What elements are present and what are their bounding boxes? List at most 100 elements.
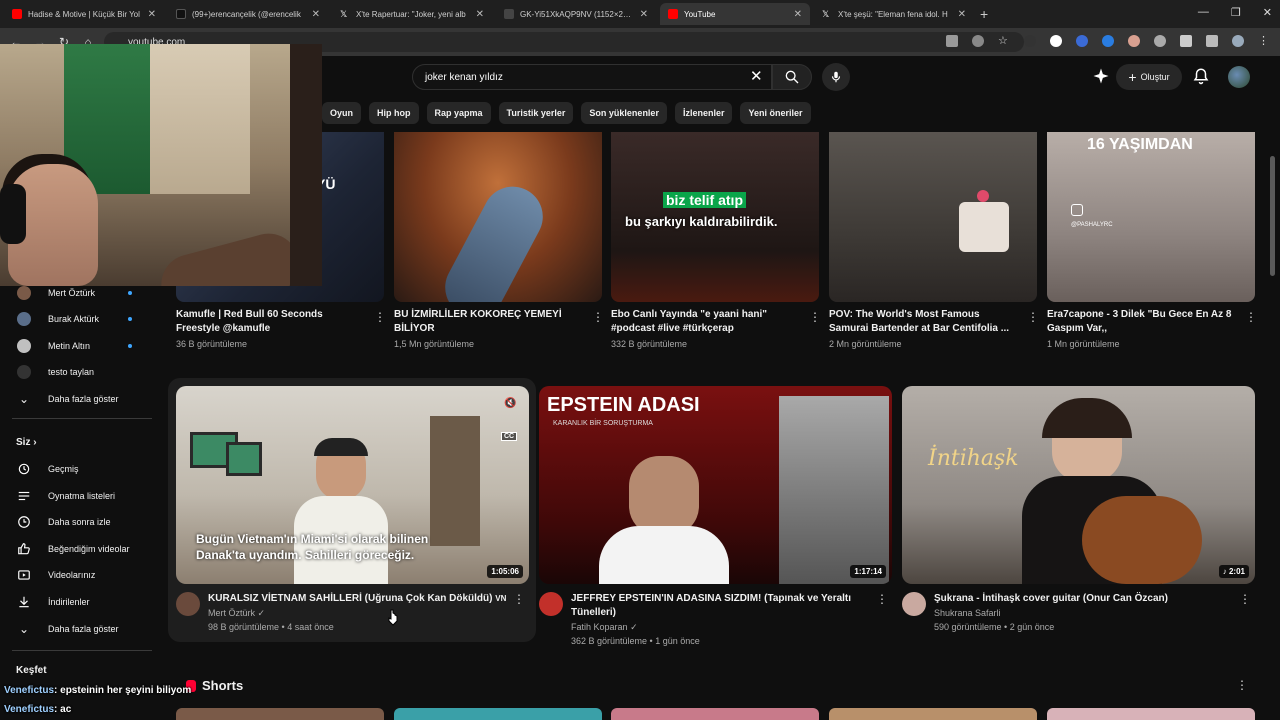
sidebar-item-watch-later[interactable]: Daha sonra izle bbox=[0, 509, 160, 535]
channel-name[interactable]: Shukrana Safarli bbox=[934, 608, 1001, 618]
extension-icon[interactable] bbox=[1154, 35, 1166, 47]
extension-icon[interactable] bbox=[1102, 35, 1114, 47]
video-title[interactable]: BU İZMİRLİLER KOKOREÇ YEMEYİ BİLİYOR bbox=[394, 308, 580, 336]
video-title[interactable]: POV: The World's Most Famous Samurai Bar… bbox=[829, 308, 1015, 336]
watch-later-icon bbox=[18, 516, 30, 528]
close-window-icon[interactable]: ✕ bbox=[1263, 6, 1272, 19]
scrollbar-thumb[interactable] bbox=[1270, 156, 1275, 276]
sidebar-label: Geçmiş bbox=[48, 464, 79, 474]
short-thumbnail[interactable] bbox=[611, 708, 819, 720]
account-avatar[interactable] bbox=[1228, 66, 1250, 88]
chip[interactable]: Oyun bbox=[322, 102, 362, 124]
bell-icon[interactable] bbox=[1192, 67, 1210, 85]
search-input[interactable]: joker kenan yıldız bbox=[412, 64, 772, 90]
more-actions-icon[interactable]: ⋮ bbox=[1245, 311, 1257, 323]
sidebar-subscription[interactable]: testo taylan bbox=[0, 359, 160, 385]
browser-tab[interactable]: 𝕏 X'te şeşü: "Eleman fena idol. H ✕ bbox=[814, 3, 974, 25]
instagram-icon bbox=[1071, 204, 1083, 216]
subscriptions-show-more[interactable]: ⌄ Daha fazla göster bbox=[0, 386, 160, 412]
video-thumbnail[interactable]: biz telif atıp bu şarkıyı kaldırabilirdi… bbox=[611, 132, 819, 302]
video-title[interactable]: Şukrana - İntihaşk cover guitar (Onur Ca… bbox=[934, 592, 1234, 606]
video-title[interactable]: Era7capone - 3 Dilek "Bu Gece En Az 8 Ga… bbox=[1047, 308, 1233, 336]
more-actions-icon[interactable]: ⋮ bbox=[513, 593, 525, 605]
video-thumbnail[interactable]: EPSTEIN ADASI KARANLIK BİR SORUŞTURMA 1:… bbox=[539, 386, 892, 584]
channel-avatar[interactable] bbox=[902, 592, 926, 616]
close-icon[interactable]: ✕ bbox=[640, 9, 648, 20]
browser-tab[interactable]: Hadise & Motive | Küçük Bir Yol ✕ bbox=[4, 3, 164, 25]
new-content-dot bbox=[128, 317, 132, 321]
webcam-overlay bbox=[0, 44, 322, 286]
sidebar-item-history[interactable]: Geçmiş bbox=[0, 456, 160, 482]
closed-captions-badge: CC bbox=[501, 432, 518, 441]
browser-tab[interactable]: 𝕏 X'te Rapertuar: "Joker, yeni alb ✕ bbox=[332, 3, 492, 25]
new-tab-icon[interactable]: + bbox=[980, 6, 988, 22]
chip[interactable]: Hip hop bbox=[369, 102, 419, 124]
chip[interactable]: Turistik yerler bbox=[498, 102, 574, 124]
browser-tab-active[interactable]: YouTube ✕ bbox=[660, 3, 810, 25]
more-actions-icon[interactable]: ⋮ bbox=[876, 593, 888, 605]
close-icon[interactable]: ✕ bbox=[312, 9, 320, 20]
profile-icon[interactable] bbox=[1232, 35, 1244, 47]
create-button[interactable]: + Oluştur bbox=[1116, 64, 1182, 90]
video-title[interactable]: KURALSIZ VİETNAM SAHİLLERİ (Uğruna Çok K… bbox=[208, 592, 508, 606]
chip[interactable]: İzlenenler bbox=[674, 102, 733, 124]
short-thumbnail[interactable] bbox=[829, 708, 1037, 720]
extension-icon[interactable] bbox=[1050, 35, 1062, 47]
video-title[interactable]: Ebo Canlı Yayında "e yaani hani" #podcas… bbox=[611, 308, 797, 336]
close-icon[interactable]: ✕ bbox=[794, 9, 802, 20]
close-icon[interactable]: ✕ bbox=[148, 9, 156, 20]
chip[interactable]: Son yüklenenler bbox=[581, 102, 667, 124]
close-icon[interactable]: ✕ bbox=[476, 9, 484, 20]
voice-search-button[interactable] bbox=[822, 63, 850, 91]
close-icon[interactable]: ✕ bbox=[958, 9, 966, 20]
maximize-icon[interactable]: ❐ bbox=[1231, 6, 1241, 19]
video-title[interactable]: Kamufle | Red Bull 60 Seconds Freestyle … bbox=[176, 308, 362, 336]
star-icon[interactable]: ☆ bbox=[998, 35, 1010, 47]
more-actions-icon[interactable]: ⋮ bbox=[1027, 311, 1039, 323]
browser-tab[interactable]: (99+)erencançelik (@erencelik ✕ bbox=[168, 3, 328, 25]
video-thumbnail[interactable]: CC 🔇 Bugün Vietnam'ın Miami'si olarak bi… bbox=[176, 386, 529, 584]
sidebar-item-playlists[interactable]: Oynatma listeleri bbox=[0, 483, 160, 509]
short-thumbnail[interactable] bbox=[394, 708, 602, 720]
video-thumbnail[interactable]: 16 YAŞIMDAN @PASHALYRC bbox=[1047, 132, 1255, 302]
more-actions-icon[interactable]: ⋮ bbox=[1239, 593, 1251, 605]
video-title[interactable]: JEFFREY EPSTEIN'IN ADASINA SIZDIM! (Tapı… bbox=[571, 592, 871, 620]
channel-name[interactable]: Fatih Koparan ✓ bbox=[571, 622, 638, 633]
more-actions-icon[interactable]: ⋮ bbox=[374, 311, 386, 323]
more-icon[interactable]: ⋮ bbox=[1258, 35, 1270, 47]
mute-icon[interactable]: 🔇 bbox=[504, 398, 516, 409]
channel-name[interactable]: Mert Öztürk ✓ bbox=[208, 608, 265, 619]
short-thumbnail[interactable] bbox=[1047, 708, 1255, 720]
more-actions-icon[interactable]: ⋮ bbox=[809, 311, 821, 323]
ai-sparkle-icon[interactable] bbox=[1092, 67, 1110, 85]
chip[interactable]: Yeni öneriler bbox=[740, 102, 811, 124]
sidebar-item-your-videos[interactable]: Videolarınız bbox=[0, 562, 160, 588]
sidebar-subscription[interactable]: Metin Altın bbox=[0, 333, 160, 359]
menu-icon[interactable] bbox=[1206, 35, 1218, 47]
install-icon[interactable] bbox=[946, 35, 958, 47]
more-actions-icon[interactable]: ⋮ bbox=[592, 311, 604, 323]
you-show-more[interactable]: ⌄ Daha fazla göster bbox=[0, 616, 160, 642]
extension-icon[interactable] bbox=[1076, 35, 1088, 47]
shorts-more-icon[interactable]: ⋮ bbox=[1236, 678, 1248, 692]
channel-avatar[interactable] bbox=[176, 592, 200, 616]
sidebar-item-liked[interactable]: Beğendiğim videolar bbox=[0, 536, 160, 562]
chip[interactable]: Rap yapma bbox=[426, 102, 491, 124]
video-thumbnail[interactable] bbox=[829, 132, 1037, 302]
search-button[interactable] bbox=[772, 64, 812, 90]
puzzle-icon[interactable] bbox=[1180, 35, 1192, 47]
clear-search-icon[interactable]: ✕ bbox=[750, 67, 763, 85]
browser-tab[interactable]: GK-Yi51XkAQP9NV (1152×2048) ✕ bbox=[496, 3, 656, 25]
video-thumbnail[interactable] bbox=[394, 132, 602, 302]
sidebar-subscription[interactable]: Burak Aktürk bbox=[0, 306, 160, 332]
eye-off-icon[interactable] bbox=[972, 35, 984, 47]
you-section-title[interactable]: Siz › bbox=[16, 437, 37, 448]
minimize-icon[interactable]: — bbox=[1198, 6, 1209, 19]
extension-icon[interactable] bbox=[1024, 35, 1036, 47]
video-thumbnail[interactable]: İntihaşk ♪ 2:01 bbox=[902, 386, 1255, 584]
channel-avatar[interactable] bbox=[539, 592, 563, 616]
short-thumbnail[interactable] bbox=[176, 708, 384, 720]
sidebar-item-downloads[interactable]: İndirilenler bbox=[0, 589, 160, 615]
thumbnail-shape bbox=[959, 202, 1009, 252]
extension-icon[interactable] bbox=[1128, 35, 1140, 47]
